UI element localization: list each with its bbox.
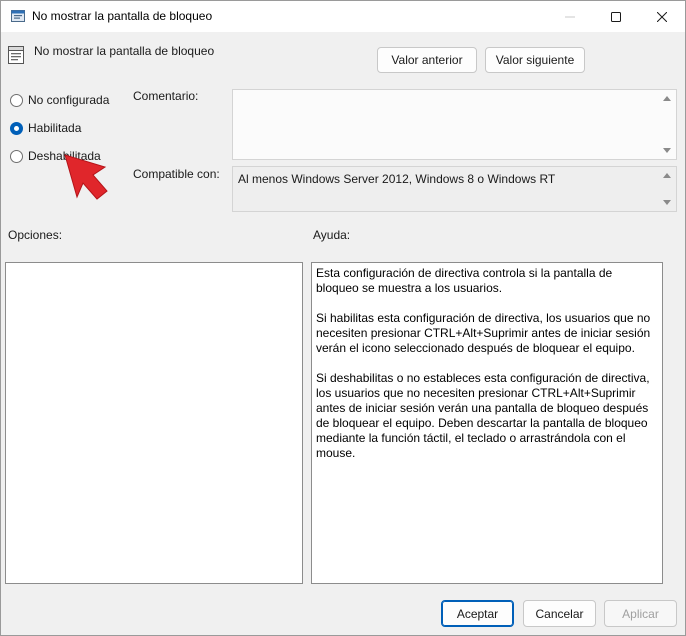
radio-not-configured-label: No configurada bbox=[28, 93, 110, 107]
scroll-up-icon[interactable] bbox=[663, 96, 671, 101]
help-panel: Esta configuración de directiva controla… bbox=[311, 262, 663, 584]
help-section-label: Ayuda: bbox=[313, 228, 351, 242]
ok-button[interactable]: Aceptar bbox=[441, 600, 514, 627]
help-paragraph: Si habilitas esta configuración de direc… bbox=[316, 311, 651, 355]
policy-document-icon bbox=[8, 46, 24, 64]
maximize-icon bbox=[611, 11, 621, 22]
comment-scrollbar[interactable] bbox=[659, 90, 676, 159]
apply-button[interactable]: Aplicar bbox=[604, 600, 677, 627]
policy-name: No mostrar la pantalla de bloqueo bbox=[34, 44, 215, 58]
help-text: Esta configuración de directiva controla… bbox=[312, 263, 662, 461]
cancel-button[interactable]: Cancelar bbox=[523, 600, 596, 627]
radio-enabled[interactable]: Habilitada bbox=[10, 121, 81, 135]
help-paragraph: Si deshabilitas o no estableces esta con… bbox=[316, 371, 650, 460]
supported-scrollbar[interactable] bbox=[659, 167, 676, 211]
close-icon bbox=[657, 11, 667, 22]
supported-on-field: Al menos Windows Server 2012, Windows 8 … bbox=[232, 166, 677, 212]
scroll-up-icon[interactable] bbox=[663, 173, 671, 178]
minimize-button[interactable] bbox=[547, 1, 593, 32]
scroll-down-icon[interactable] bbox=[663, 148, 671, 153]
window-title: No mostrar la pantalla de bloqueo bbox=[32, 9, 213, 23]
title-bar[interactable]: No mostrar la pantalla de bloqueo bbox=[1, 1, 685, 32]
radio-not-configured-indicator[interactable] bbox=[10, 93, 23, 107]
scroll-down-icon[interactable] bbox=[663, 200, 671, 205]
options-panel bbox=[5, 262, 303, 584]
policy-settings-icon bbox=[11, 10, 25, 22]
radio-enabled-indicator[interactable] bbox=[10, 121, 23, 135]
supported-on-value: Al menos Windows Server 2012, Windows 8 … bbox=[238, 172, 556, 186]
radio-enabled-label: Habilitada bbox=[28, 121, 82, 135]
next-setting-button[interactable]: Valor siguiente bbox=[485, 47, 585, 73]
close-button[interactable] bbox=[639, 1, 685, 32]
maximize-button[interactable] bbox=[593, 1, 639, 32]
pointer-arrow-annotation bbox=[64, 154, 108, 200]
policy-dialog: No mostrar la pantalla de bloqueo No mos… bbox=[0, 0, 686, 636]
previous-setting-button[interactable]: Valor anterior bbox=[377, 47, 477, 73]
comment-label: Comentario: bbox=[133, 89, 199, 103]
radio-not-configured[interactable]: No configurada bbox=[10, 93, 109, 107]
supported-on-label: Compatible con: bbox=[133, 167, 220, 181]
options-section-label: Opciones: bbox=[8, 228, 63, 242]
radio-disabled-indicator[interactable] bbox=[10, 149, 23, 163]
comment-field[interactable] bbox=[232, 89, 677, 160]
help-paragraph: Esta configuración de directiva controla… bbox=[316, 266, 613, 295]
minimize-icon bbox=[565, 16, 575, 17]
